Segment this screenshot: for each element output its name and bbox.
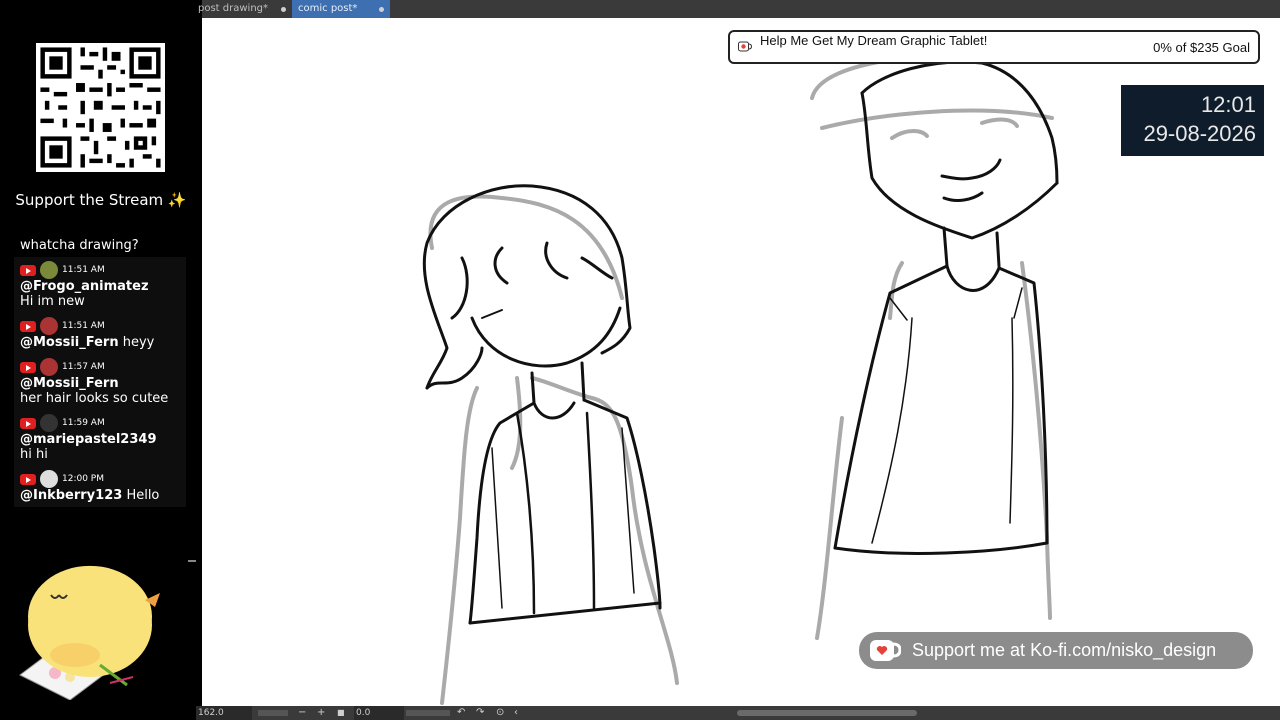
chat-timestamp: 12:00 PM xyxy=(62,474,104,484)
donation-goal-widget: Help Me Get My Dream Graphic Tablet! 0% … xyxy=(728,30,1260,64)
support-stream-title: Support the Stream ✨ xyxy=(15,191,187,209)
horizontal-scrollbar[interactable] xyxy=(737,710,917,716)
chat-message-text: whatcha drawing? xyxy=(20,238,139,253)
kofi-cup-icon xyxy=(870,640,901,661)
goal-title: Help Me Get My Dream Graphic Tablet! xyxy=(760,33,988,48)
chat-message: 12:00 PM @Inkberry123 Hello xyxy=(14,466,186,507)
youtube-icon xyxy=(20,417,36,429)
zoom-level-field[interactable]: 162.0 xyxy=(196,706,252,720)
chat-feed: whatcha drawing? 11:51 AM @Frogo_animate… xyxy=(14,236,186,562)
rotation-angle-field[interactable]: 0.0 xyxy=(354,706,404,720)
chat-message: whatcha drawing? xyxy=(14,236,186,257)
clock-widget: 12:01 29-08-2026 xyxy=(1121,85,1264,156)
avatar xyxy=(40,414,58,432)
chat-message-text: Hello xyxy=(126,488,160,503)
rotate-right-icon[interactable]: ↷ xyxy=(476,706,484,720)
qr-code-graphic xyxy=(36,43,165,172)
chat-message-text: her hair looks so cutee xyxy=(20,391,169,406)
fit-view-icon[interactable]: ■ xyxy=(337,706,345,720)
goal-progress: 0% of $235 Goal xyxy=(1153,40,1250,55)
avatar xyxy=(40,317,58,335)
chat-message-text: Hi im new xyxy=(20,294,85,309)
avatar xyxy=(40,470,58,488)
youtube-icon xyxy=(20,361,36,373)
sketch-drawing xyxy=(422,52,1064,705)
clock-date: 29-08-2026 xyxy=(1143,121,1256,146)
tab-label: post drawing* xyxy=(198,3,269,14)
tab-close-icon[interactable] xyxy=(281,7,286,12)
drawing-canvas[interactable] xyxy=(202,18,1280,706)
chat-timestamp: 11:59 AM xyxy=(62,418,105,428)
kofi-banner-text: Support me at Ko-fi.com/nisko_design xyxy=(912,640,1217,660)
chat-message: 11:51 AM @Frogo_animatez Hi im new xyxy=(14,257,186,313)
canvas-status-bar: 162.0 − + ■ 0.0 ↶ ↷ ⊙ ‹ xyxy=(196,706,1280,720)
chat-username: @mariepastel2349 xyxy=(20,432,157,447)
tab-comic-post[interactable]: comic post* xyxy=(292,0,390,18)
tab-label: comic post* xyxy=(298,3,358,14)
chat-message-text: hi hi xyxy=(20,447,48,462)
clock-time: 12:01 xyxy=(1200,92,1256,117)
chat-username: @Inkberry123 xyxy=(20,488,123,503)
flip-icon[interactable]: ‹ xyxy=(514,706,518,720)
chat-timestamp: 11:57 AM xyxy=(62,362,105,372)
tab-close-icon[interactable] xyxy=(379,7,384,12)
zoom-in-button[interactable]: + xyxy=(317,706,325,720)
avatar xyxy=(40,261,58,279)
youtube-icon xyxy=(20,473,36,485)
rotation-slider[interactable] xyxy=(406,710,450,716)
chat-username: @Mossii_Fern xyxy=(20,335,119,350)
qr-code xyxy=(36,43,165,172)
kofi-support-banner[interactable]: Support me at Ko-fi.com/nisko_design xyxy=(859,632,1253,669)
youtube-icon xyxy=(20,320,36,332)
chat-message: 11:57 AM @Mossii_Fern her hair looks so … xyxy=(14,354,186,410)
chat-message: 11:59 AM @mariepastel2349 hi hi xyxy=(14,410,186,466)
rotate-left-icon[interactable]: ↶ xyxy=(457,706,465,720)
chat-username: @Frogo_animatez xyxy=(20,279,149,294)
document-tab-bar: post drawing* comic post* xyxy=(198,0,1280,18)
tab-post-drawing[interactable]: post drawing* xyxy=(192,0,292,18)
reset-rotation-icon[interactable]: ⊙ xyxy=(496,706,504,720)
chat-message: 11:51 AM @Mossii_Fern heyy xyxy=(14,313,186,354)
chat-scrollbar[interactable] xyxy=(188,560,196,562)
chat-timestamp: 11:51 AM xyxy=(62,321,105,331)
chat-username: @Mossii_Fern xyxy=(20,376,119,391)
avatar xyxy=(40,358,58,376)
chat-timestamp: 11:51 AM xyxy=(62,265,105,275)
chat-message-text: heyy xyxy=(122,335,155,350)
mascot-illustration xyxy=(15,565,165,701)
youtube-icon xyxy=(20,264,36,276)
kofi-cup-icon xyxy=(738,41,752,52)
stream-sidebar: Support the Stream ✨ whatcha drawing? 11… xyxy=(0,0,202,720)
zoom-out-button[interactable]: − xyxy=(298,706,306,720)
zoom-slider[interactable] xyxy=(258,710,288,716)
